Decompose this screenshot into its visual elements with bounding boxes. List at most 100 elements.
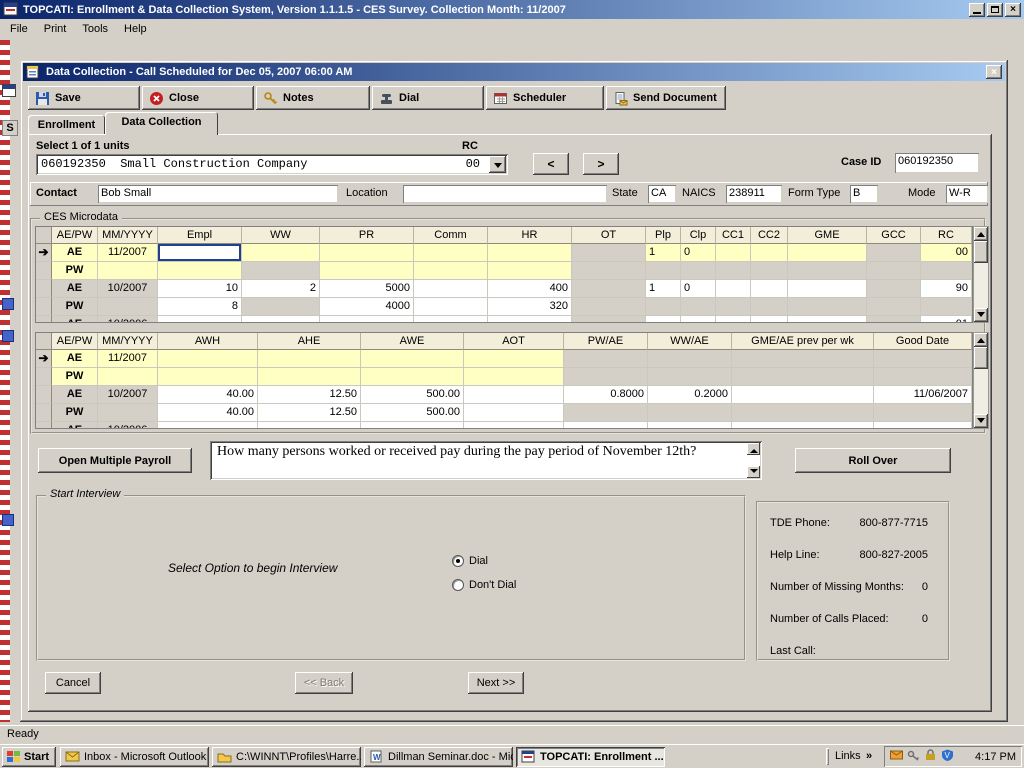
- scroll-up-icon[interactable]: [974, 333, 988, 347]
- grid-cell[interactable]: [867, 244, 921, 262]
- radio-option-dial[interactable]: Dial: [452, 555, 488, 567]
- grid-cell[interactable]: [572, 298, 646, 316]
- grid-cell[interactable]: [361, 422, 464, 429]
- grid-cell[interactable]: [874, 422, 972, 429]
- grid-cell[interactable]: [751, 316, 788, 323]
- radio-dial-icon[interactable]: [452, 555, 464, 567]
- grid-cell[interactable]: 11/2007: [98, 244, 158, 262]
- shield-icon[interactable]: V: [941, 749, 954, 764]
- grid-cell[interactable]: 00: [921, 244, 972, 262]
- key-icon[interactable]: [907, 749, 920, 764]
- menu-print[interactable]: Print: [36, 20, 75, 38]
- grid-cell[interactable]: [242, 244, 320, 262]
- grid-cell[interactable]: [488, 244, 572, 262]
- column-header[interactable]: Plp: [646, 227, 681, 244]
- roll-over-button[interactable]: Roll Over: [795, 448, 951, 473]
- table1-scrollbar[interactable]: [973, 226, 989, 323]
- background-blue-icon[interactable]: [2, 514, 14, 526]
- grid-cell[interactable]: 0.8000: [564, 386, 648, 404]
- column-header[interactable]: RC: [921, 227, 972, 244]
- prev-unit-button[interactable]: <: [533, 153, 569, 175]
- scroll-up-icon[interactable]: [974, 227, 988, 241]
- grid-cell[interactable]: [98, 368, 158, 386]
- grid-cell[interactable]: [414, 262, 488, 280]
- grid-cell[interactable]: 40.00: [158, 404, 258, 422]
- grid-cell[interactable]: [874, 368, 972, 386]
- grid-cell[interactable]: 40.00: [158, 386, 258, 404]
- grid-cell[interactable]: [646, 262, 681, 280]
- radio-dial-label[interactable]: Dial: [469, 555, 488, 567]
- column-header[interactable]: CC2: [751, 227, 788, 244]
- unit-combobox[interactable]: 060192350 Small Construction Company 00: [36, 154, 508, 175]
- close-button[interactable]: ×: [1005, 3, 1021, 17]
- grid-cell[interactable]: [488, 262, 572, 280]
- grid-cell[interactable]: [732, 368, 874, 386]
- grid-cell[interactable]: [464, 386, 564, 404]
- grid-cell[interactable]: [921, 298, 972, 316]
- grid-cell[interactable]: 90: [921, 280, 972, 298]
- column-header[interactable]: GME: [788, 227, 867, 244]
- background-mini-window-icon[interactable]: [2, 84, 16, 97]
- grid-cell[interactable]: [732, 404, 874, 422]
- scroll-thumb[interactable]: [974, 347, 988, 369]
- grid-cell[interactable]: [867, 298, 921, 316]
- grid-cell[interactable]: [564, 368, 648, 386]
- column-header[interactable]: CC1: [716, 227, 751, 244]
- send-document-button[interactable]: Send Document: [606, 86, 726, 110]
- grid-cell[interactable]: [921, 262, 972, 280]
- grid-cell[interactable]: [320, 316, 414, 323]
- column-header[interactable]: GCC: [867, 227, 921, 244]
- grid-cell[interactable]: AE: [52, 350, 98, 368]
- menu-help[interactable]: Help: [116, 20, 155, 38]
- background-s-icon[interactable]: S: [2, 120, 18, 136]
- grid-cell[interactable]: [564, 350, 648, 368]
- grid-cell[interactable]: [867, 280, 921, 298]
- grid-cell[interactable]: [716, 298, 751, 316]
- grid-cell[interactable]: [572, 262, 646, 280]
- menu-file[interactable]: File: [2, 20, 36, 38]
- grid-cell[interactable]: [158, 244, 242, 262]
- background-blue-icon[interactable]: [2, 330, 14, 342]
- column-header[interactable]: WW: [242, 227, 320, 244]
- taskbar-clock[interactable]: 4:17 PM: [975, 751, 1016, 763]
- column-header[interactable]: OT: [572, 227, 646, 244]
- grid-cell[interactable]: 10: [158, 280, 242, 298]
- grid-cell[interactable]: [751, 280, 788, 298]
- grid-cell[interactable]: [242, 316, 320, 323]
- scroll-down-icon[interactable]: [974, 308, 988, 322]
- notes-button[interactable]: Notes: [256, 86, 370, 110]
- grid-cell[interactable]: [564, 404, 648, 422]
- grid-cell[interactable]: [361, 368, 464, 386]
- grid-cell[interactable]: [564, 422, 648, 429]
- grid-cell[interactable]: [716, 316, 751, 323]
- grid-cell[interactable]: AE: [52, 280, 98, 298]
- grid-cell[interactable]: [98, 298, 158, 316]
- grid-cell[interactable]: [681, 262, 716, 280]
- grid-cell[interactable]: 10/2006: [98, 422, 158, 429]
- grid-cell[interactable]: [648, 404, 732, 422]
- grid-cell[interactable]: 0.2000: [648, 386, 732, 404]
- grid-cell[interactable]: [788, 244, 867, 262]
- grid-cell[interactable]: [258, 422, 361, 429]
- radio-option-dont-dial[interactable]: Don't Dial: [452, 579, 516, 591]
- grid-cell[interactable]: [716, 244, 751, 262]
- grid-cell[interactable]: [464, 422, 564, 429]
- grid-cell[interactable]: [681, 298, 716, 316]
- question-spinner[interactable]: [747, 443, 760, 478]
- grid-cell[interactable]: [414, 244, 488, 262]
- start-button[interactable]: Start: [2, 747, 56, 767]
- grid-cell[interactable]: [716, 262, 751, 280]
- grid-cell[interactable]: 8: [158, 298, 242, 316]
- taskbar-item-outlook[interactable]: Inbox - Microsoft Outlook: [60, 747, 209, 767]
- radio-dont-dial-label[interactable]: Don't Dial: [469, 579, 516, 591]
- grid-cell[interactable]: 10/2007: [98, 386, 158, 404]
- grid-cell[interactable]: 0: [681, 244, 716, 262]
- scroll-down-icon[interactable]: [974, 414, 988, 428]
- menu-tools[interactable]: Tools: [74, 20, 116, 38]
- chevron-right-icon[interactable]: »: [866, 750, 872, 762]
- grid-cell[interactable]: [646, 298, 681, 316]
- column-header[interactable]: MM/YYYY: [98, 227, 158, 244]
- location-field[interactable]: [403, 185, 607, 203]
- grid-cell[interactable]: AE: [52, 422, 98, 429]
- column-header[interactable]: AE/PW: [52, 333, 98, 350]
